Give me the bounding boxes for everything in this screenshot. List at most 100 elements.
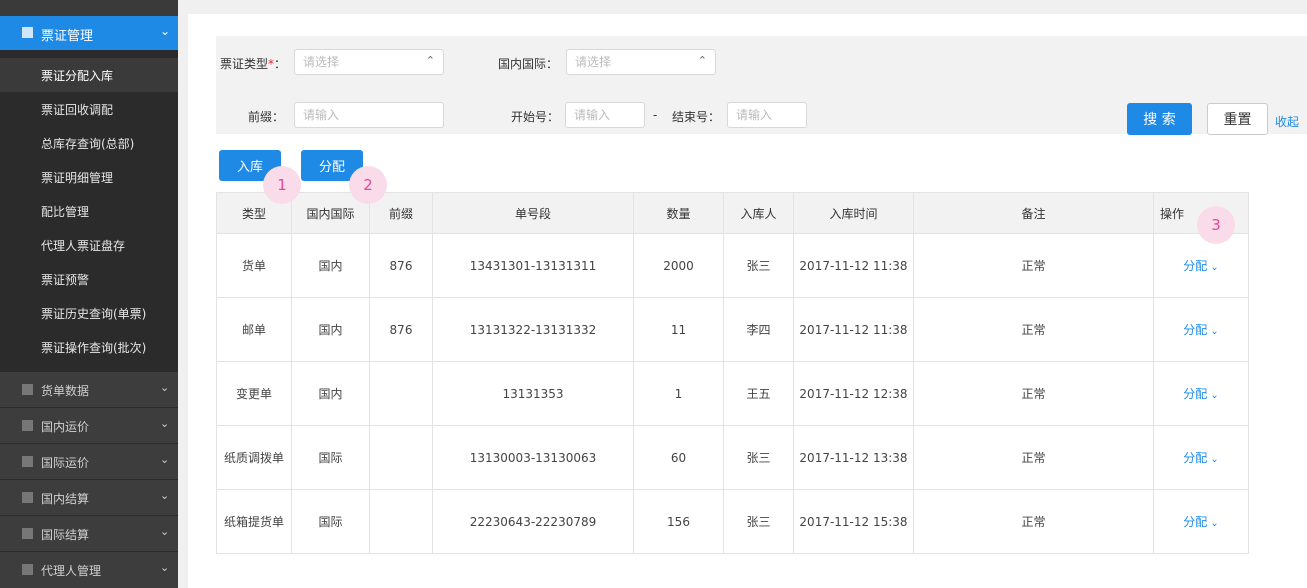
start-number-label: 开始号： [511, 110, 560, 124]
chevron-up-icon: ⌃ [697, 54, 707, 67]
sidebar-item-ticket-detail[interactable]: 票证明细管理 [0, 160, 178, 194]
allocate-link-label: 分配 [1183, 451, 1208, 465]
sidebar-item-ticket-allocation-inbound[interactable]: 票证分配入库 [0, 58, 178, 92]
cell-quantity: 60 [633, 425, 724, 490]
prefix-input-field[interactable] [295, 103, 443, 127]
sidebar-item-label: 票证回收调配 [41, 103, 114, 117]
allocate-link-label: 分配 [1183, 515, 1208, 529]
sidebar-item-label: 代理人票证盘存 [41, 239, 126, 253]
sidebar-item-total-inventory[interactable]: 总库存查询(总部) [0, 126, 178, 160]
chevron-down-icon: ⌄ [1210, 262, 1219, 273]
sidebar-group-agent-management[interactable]: 代理人管理 ⌄ [0, 552, 178, 588]
cell-remark: 正常 [913, 361, 1154, 426]
sidebar-group-label: 国际结算 [41, 528, 90, 542]
cell-remark: 正常 [913, 233, 1154, 298]
sidebar-item-label: 票证历史查询(单票) [41, 307, 147, 321]
sidebar-item-label: 配比管理 [41, 205, 90, 219]
menu-square-icon [22, 492, 33, 503]
cell-quantity: 1 [633, 361, 724, 426]
cell-type: 货单 [216, 233, 292, 298]
annotation-badge-3: 3 [1197, 206, 1235, 244]
sidebar-group-ticket-management[interactable]: 票证管理 ⌄ [0, 16, 178, 50]
search-button[interactable]: 搜 索 [1127, 103, 1192, 135]
sidebar-item-history-query[interactable]: 票证历史查询(单票) [0, 296, 178, 330]
cell-range: 13431301-13131311 [432, 233, 634, 298]
prefix-label: 前缀： [248, 110, 285, 124]
cell-range: 13130003-13130063 [432, 425, 634, 490]
col-header-remark: 备注 [913, 192, 1154, 234]
allocate-dropdown[interactable]: 分配 ⌄ [1183, 451, 1218, 465]
domestic-international-label: 国内国际： [498, 57, 559, 71]
cell-operation: 分配 ⌄ [1153, 361, 1249, 426]
col-header-time: 入库时间 [793, 192, 914, 234]
cell-region: 国内 [291, 297, 370, 362]
sidebar-item-ratio-management[interactable]: 配比管理 [0, 194, 178, 228]
ticket-type-select-input[interactable] [295, 50, 443, 74]
sidebar-item-label: 票证分配入库 [41, 69, 114, 83]
start-number-input-field[interactable] [566, 103, 644, 127]
reset-button[interactable]: 重置 [1207, 103, 1268, 135]
table-row: 纸箱提货单 国际 22230643-22230789 156 张三 2017-1… [216, 489, 1249, 554]
allocate-dropdown[interactable]: 分配 ⌄ [1183, 259, 1218, 273]
cell-person: 李四 [723, 297, 794, 362]
cell-region: 国际 [291, 489, 370, 554]
end-number-input[interactable] [727, 102, 807, 128]
range-dash: - [653, 108, 658, 122]
sidebar-group-international-freight[interactable]: 国际运价 ⌄ [0, 444, 178, 480]
cell-person: 张三 [723, 425, 794, 490]
chevron-down-icon: ⌄ [160, 381, 170, 394]
domestic-international-select[interactable]: ⌃ [566, 49, 716, 75]
col-header-range: 单号段 [432, 192, 634, 234]
col-header-person: 入库人 [723, 192, 794, 234]
sidebar-item-label: 票证操作查询(批次) [41, 341, 147, 355]
menu-square-icon [22, 564, 33, 575]
sidebar-item-operation-query[interactable]: 票证操作查询(批次) [0, 330, 178, 364]
cell-operation: 分配 ⌄ [1153, 297, 1249, 362]
cell-region: 国内 [291, 233, 370, 298]
allocate-dropdown[interactable]: 分配 ⌄ [1183, 515, 1218, 529]
menu-square-icon [22, 528, 33, 539]
cell-operation: 分配 ⌄ [1153, 489, 1249, 554]
cell-time: 2017-11-12 11:38 [793, 297, 914, 362]
sidebar-item-agent-stocktake[interactable]: 代理人票证盘存 [0, 228, 178, 262]
content-gutter [178, 0, 188, 588]
table-row: 纸质调拨单 国际 13130003-13130063 60 张三 2017-11… [216, 425, 1249, 490]
sidebar-group-label: 国内运价 [41, 420, 90, 434]
cell-operation: 分配 ⌄ [1153, 425, 1249, 490]
cell-prefix [369, 489, 433, 554]
start-number-input[interactable] [565, 102, 645, 128]
collapse-link[interactable]: 收起 [1275, 113, 1299, 130]
allocate-link-label: 分配 [1183, 387, 1208, 401]
cell-quantity: 11 [633, 297, 724, 362]
cell-quantity: 2000 [633, 233, 724, 298]
chevron-down-icon: ⌄ [160, 525, 170, 538]
chevron-down-icon: ⌄ [1210, 326, 1219, 337]
cell-type: 纸质调拨单 [216, 425, 292, 490]
chevron-down-icon: ⌄ [160, 417, 170, 430]
chevron-down-icon: ⌄ [1210, 518, 1219, 529]
table-row: 变更单 国内 13131353 1 王五 2017-11-12 12:38 正常… [216, 361, 1249, 426]
allocate-link-label: 分配 [1183, 259, 1208, 273]
sidebar-group-international-settlement[interactable]: 国际结算 ⌄ [0, 516, 178, 552]
cell-range: 13131322-13131332 [432, 297, 634, 362]
domestic-international-select-input[interactable] [567, 50, 715, 74]
allocate-dropdown[interactable]: 分配 ⌄ [1183, 387, 1218, 401]
prefix-input[interactable] [294, 102, 444, 128]
cell-type: 变更单 [216, 361, 292, 426]
ticket-type-select[interactable]: ⌃ [294, 49, 444, 75]
sidebar-group-waybill-data[interactable]: 货单数据 ⌄ [0, 372, 178, 408]
sidebar-group-domestic-freight[interactable]: 国内运价 ⌄ [0, 408, 178, 444]
sidebar-item-label: 总库存查询(总部) [41, 137, 135, 151]
sidebar-top-strip [0, 0, 178, 16]
cell-type: 纸箱提货单 [216, 489, 292, 554]
allocate-dropdown[interactable]: 分配 ⌄ [1183, 323, 1218, 337]
sidebar-item-ticket-recycle[interactable]: 票证回收调配 [0, 92, 178, 126]
end-number-label: 结束号： [672, 110, 721, 124]
end-number-input-field[interactable] [728, 103, 806, 127]
sidebar-item-ticket-warning[interactable]: 票证预警 [0, 262, 178, 296]
cell-range: 22230643-22230789 [432, 489, 634, 554]
cell-type: 邮单 [216, 297, 292, 362]
chevron-down-icon: ⌄ [160, 24, 171, 38]
sidebar-item-label: 票证预警 [41, 273, 90, 287]
sidebar-group-domestic-settlement[interactable]: 国内结算 ⌄ [0, 480, 178, 516]
